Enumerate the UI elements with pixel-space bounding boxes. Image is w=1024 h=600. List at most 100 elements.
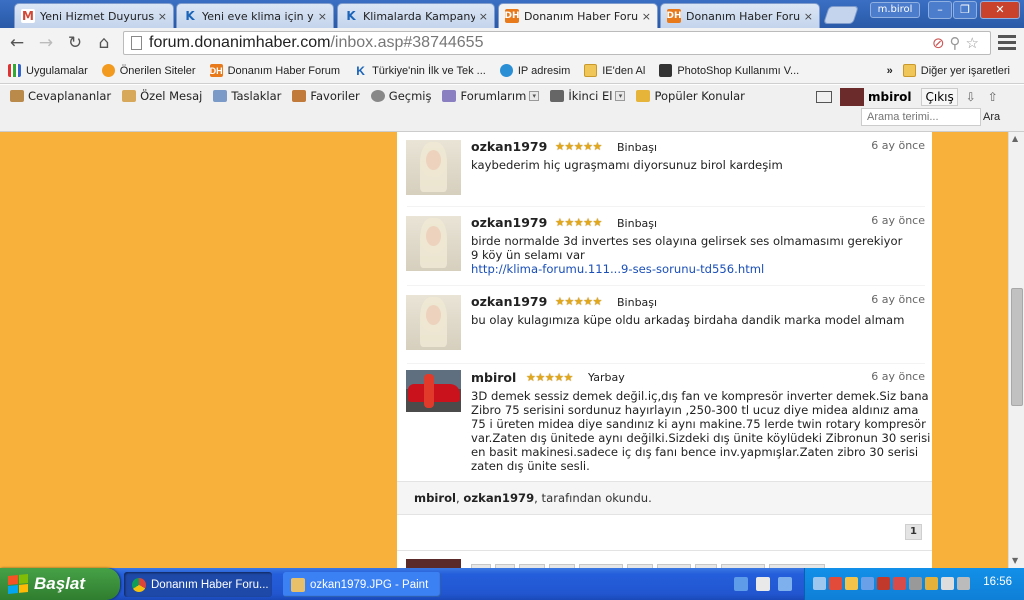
close-window-button[interactable]: ✕ bbox=[980, 1, 1020, 19]
tab-label: Donanım Haber Forum bbox=[686, 9, 800, 23]
bookmark-item[interactable]: K Türkiye'nin İlk ve Tek ... bbox=[354, 64, 486, 78]
avatar[interactable] bbox=[406, 370, 461, 412]
bookmark-item[interactable]: Önerilen Siteler bbox=[101, 64, 196, 77]
home-icon[interactable]: ⌂ bbox=[93, 33, 115, 53]
dropdown-icon[interactable]: ▾ bbox=[529, 91, 540, 101]
message-username[interactable]: mbirol bbox=[471, 370, 516, 385]
new-tab-button[interactable] bbox=[823, 6, 859, 24]
dropdown-icon[interactable]: ▾ bbox=[615, 91, 626, 101]
pagination-current[interactable]: 1 bbox=[905, 524, 922, 540]
forward-icon[interactable]: → bbox=[35, 33, 57, 53]
bookmarks-more-button[interactable]: » bbox=[887, 65, 893, 77]
reader-user[interactable]: ozkan1979 bbox=[463, 491, 534, 505]
tab-klima-2[interactable]: K Klimalarda Kampanya E × bbox=[337, 3, 495, 28]
restore-icon[interactable] bbox=[778, 577, 792, 591]
message-username[interactable]: ozkan1979 bbox=[471, 215, 547, 230]
minimize-button[interactable]: – bbox=[928, 1, 952, 19]
close-icon[interactable]: × bbox=[318, 10, 327, 23]
tab-donanimhaber[interactable]: DH Donanım Haber Forum × bbox=[660, 3, 820, 28]
nav-ikinci-el[interactable]: İkinci El ▾ bbox=[550, 89, 626, 103]
bookmark-item[interactable]: IP adresim bbox=[499, 64, 570, 77]
rank-label: Binbaşı bbox=[617, 296, 658, 309]
message-line: Zibro 75 serisini sordunuz hayırlayın ,2… bbox=[471, 403, 919, 417]
username[interactable]: mbirol bbox=[868, 90, 911, 104]
taskbar-item-paint[interactable]: ozkan1979.JPG - Paint bbox=[283, 572, 441, 597]
close-icon[interactable]: × bbox=[642, 10, 651, 23]
tab-label: Donanım Haber Forum bbox=[524, 9, 638, 23]
url-text[interactable]: forum.donanimhaber.com/inbox.asp#3874465… bbox=[149, 34, 483, 52]
message-username[interactable]: ozkan1979 bbox=[471, 139, 547, 154]
monitor-icon[interactable] bbox=[861, 577, 874, 590]
message-username[interactable]: ozkan1979 bbox=[471, 294, 547, 309]
reload-icon[interactable]: ↻ bbox=[64, 33, 86, 53]
tab-donanimhaber-active[interactable]: DH Donanım Haber Forum × bbox=[498, 3, 658, 28]
nav-cevaplananlar[interactable]: Cevaplananlar bbox=[10, 89, 111, 103]
bookmark-label: IE'den Al bbox=[602, 64, 646, 77]
bookmark-item[interactable]: DH Donanım Haber Forum bbox=[209, 64, 340, 77]
bookmarks-bar: Uygulamalar Önerilen Siteler DH Donanım H… bbox=[0, 58, 1024, 84]
other-bookmarks[interactable]: Diğer yer işaretleri bbox=[902, 64, 1010, 77]
avatar[interactable] bbox=[406, 295, 461, 350]
quicklaunch-icon[interactable] bbox=[734, 577, 748, 591]
address-bar[interactable]: forum.donanimhaber.com/inbox.asp#3874465… bbox=[123, 31, 991, 55]
network-icon[interactable] bbox=[813, 577, 826, 590]
taskbar-item-chrome[interactable]: Donanım Haber Foru... bbox=[124, 572, 272, 597]
start-button[interactable]: Başlat bbox=[0, 568, 120, 600]
app-icon[interactable] bbox=[845, 577, 858, 590]
nav-gecmis[interactable]: Geçmiş bbox=[370, 89, 431, 103]
message-body: kaybederim hiç ugraşmamı diyorsunuz biro… bbox=[471, 158, 931, 172]
omnibox-icons: ⊘⚲☆ bbox=[932, 34, 984, 52]
back-icon[interactable]: ← bbox=[6, 33, 28, 53]
clock: 16:56 bbox=[983, 576, 1012, 588]
avatar[interactable] bbox=[406, 216, 461, 271]
zoom-icon[interactable]: ⚲ bbox=[950, 34, 966, 52]
security-icon[interactable] bbox=[893, 577, 906, 590]
close-icon[interactable]: × bbox=[158, 10, 167, 23]
avatar[interactable] bbox=[840, 88, 864, 106]
maximize-button[interactable]: ❐ bbox=[953, 1, 977, 19]
search-button[interactable]: Ara bbox=[983, 108, 1000, 126]
monitor-icon[interactable] bbox=[816, 91, 832, 103]
tab-gmail[interactable]: M Yeni Hizmet Duyurusu × bbox=[14, 3, 174, 28]
nav-label: Cevaplananlar bbox=[28, 89, 112, 103]
tray-app-icon[interactable] bbox=[957, 577, 970, 590]
scroll-down-icon[interactable]: ▼ bbox=[1012, 556, 1018, 565]
bookmark-star-icon[interactable]: ☆ bbox=[966, 34, 984, 52]
flag-icon[interactable] bbox=[925, 577, 938, 590]
bookmark-label: PhotoShop Kullanımı V... bbox=[677, 64, 800, 77]
scroll-thumb[interactable] bbox=[1011, 288, 1023, 406]
profile-badge[interactable]: m.birol bbox=[870, 2, 920, 18]
blocked-icon[interactable]: ⊘ bbox=[932, 34, 950, 52]
search-input[interactable] bbox=[861, 108, 981, 126]
antivirus-icon[interactable] bbox=[829, 577, 842, 590]
tab-label: Yeni Hizmet Duyurusu bbox=[40, 9, 154, 23]
nav-populer-konular[interactable]: Popüler Konular bbox=[636, 89, 745, 103]
message-link[interactable]: http://klima-forumu.111...9-ses-sorunu-t… bbox=[471, 262, 931, 276]
message-thread: ozkan1979 ★★★★★ Binbaşı 6 ay önce kaybed… bbox=[397, 132, 932, 568]
update-icon[interactable] bbox=[909, 577, 922, 590]
nav-favoriler[interactable]: Favoriler bbox=[292, 89, 360, 103]
pin-icon[interactable]: ⇩ bbox=[966, 90, 976, 104]
avatar[interactable] bbox=[406, 140, 461, 195]
nav-taslaklar[interactable]: Taslaklar bbox=[213, 89, 281, 103]
reader-user[interactable]: mbirol bbox=[414, 491, 456, 505]
shield-icon[interactable] bbox=[877, 577, 890, 590]
message-line: 9 köy ün selamı var bbox=[471, 248, 585, 262]
nav-forumlarim[interactable]: Forumlarım ▾ bbox=[442, 89, 540, 103]
help-icon[interactable] bbox=[756, 577, 770, 591]
user-area: mbirol Çıkış ⇩ ⇧ bbox=[816, 88, 1010, 106]
bookmark-item[interactable]: Uygulamalar bbox=[8, 64, 88, 77]
menu-icon[interactable] bbox=[998, 35, 1016, 51]
scroll-top-icon[interactable]: ⇧ bbox=[988, 90, 998, 104]
scroll-up-icon[interactable]: ▲ bbox=[1012, 134, 1018, 143]
rank-stars: ★★★★★ bbox=[555, 216, 602, 229]
page-scrollbar[interactable]: ▲ ▼ bbox=[1008, 132, 1024, 568]
close-icon[interactable]: × bbox=[479, 10, 488, 23]
volume-icon[interactable] bbox=[941, 577, 954, 590]
tab-klima-1[interactable]: K Yeni eve klima için yar × bbox=[176, 3, 334, 28]
bookmark-item[interactable]: IE'den Al bbox=[584, 64, 645, 77]
logout-button[interactable]: Çıkış bbox=[921, 88, 958, 106]
bookmark-item[interactable]: PhotoShop Kullanımı V... bbox=[659, 64, 799, 77]
close-icon[interactable]: × bbox=[804, 10, 813, 23]
nav-ozel-mesaj[interactable]: Özel Mesaj bbox=[122, 89, 202, 103]
